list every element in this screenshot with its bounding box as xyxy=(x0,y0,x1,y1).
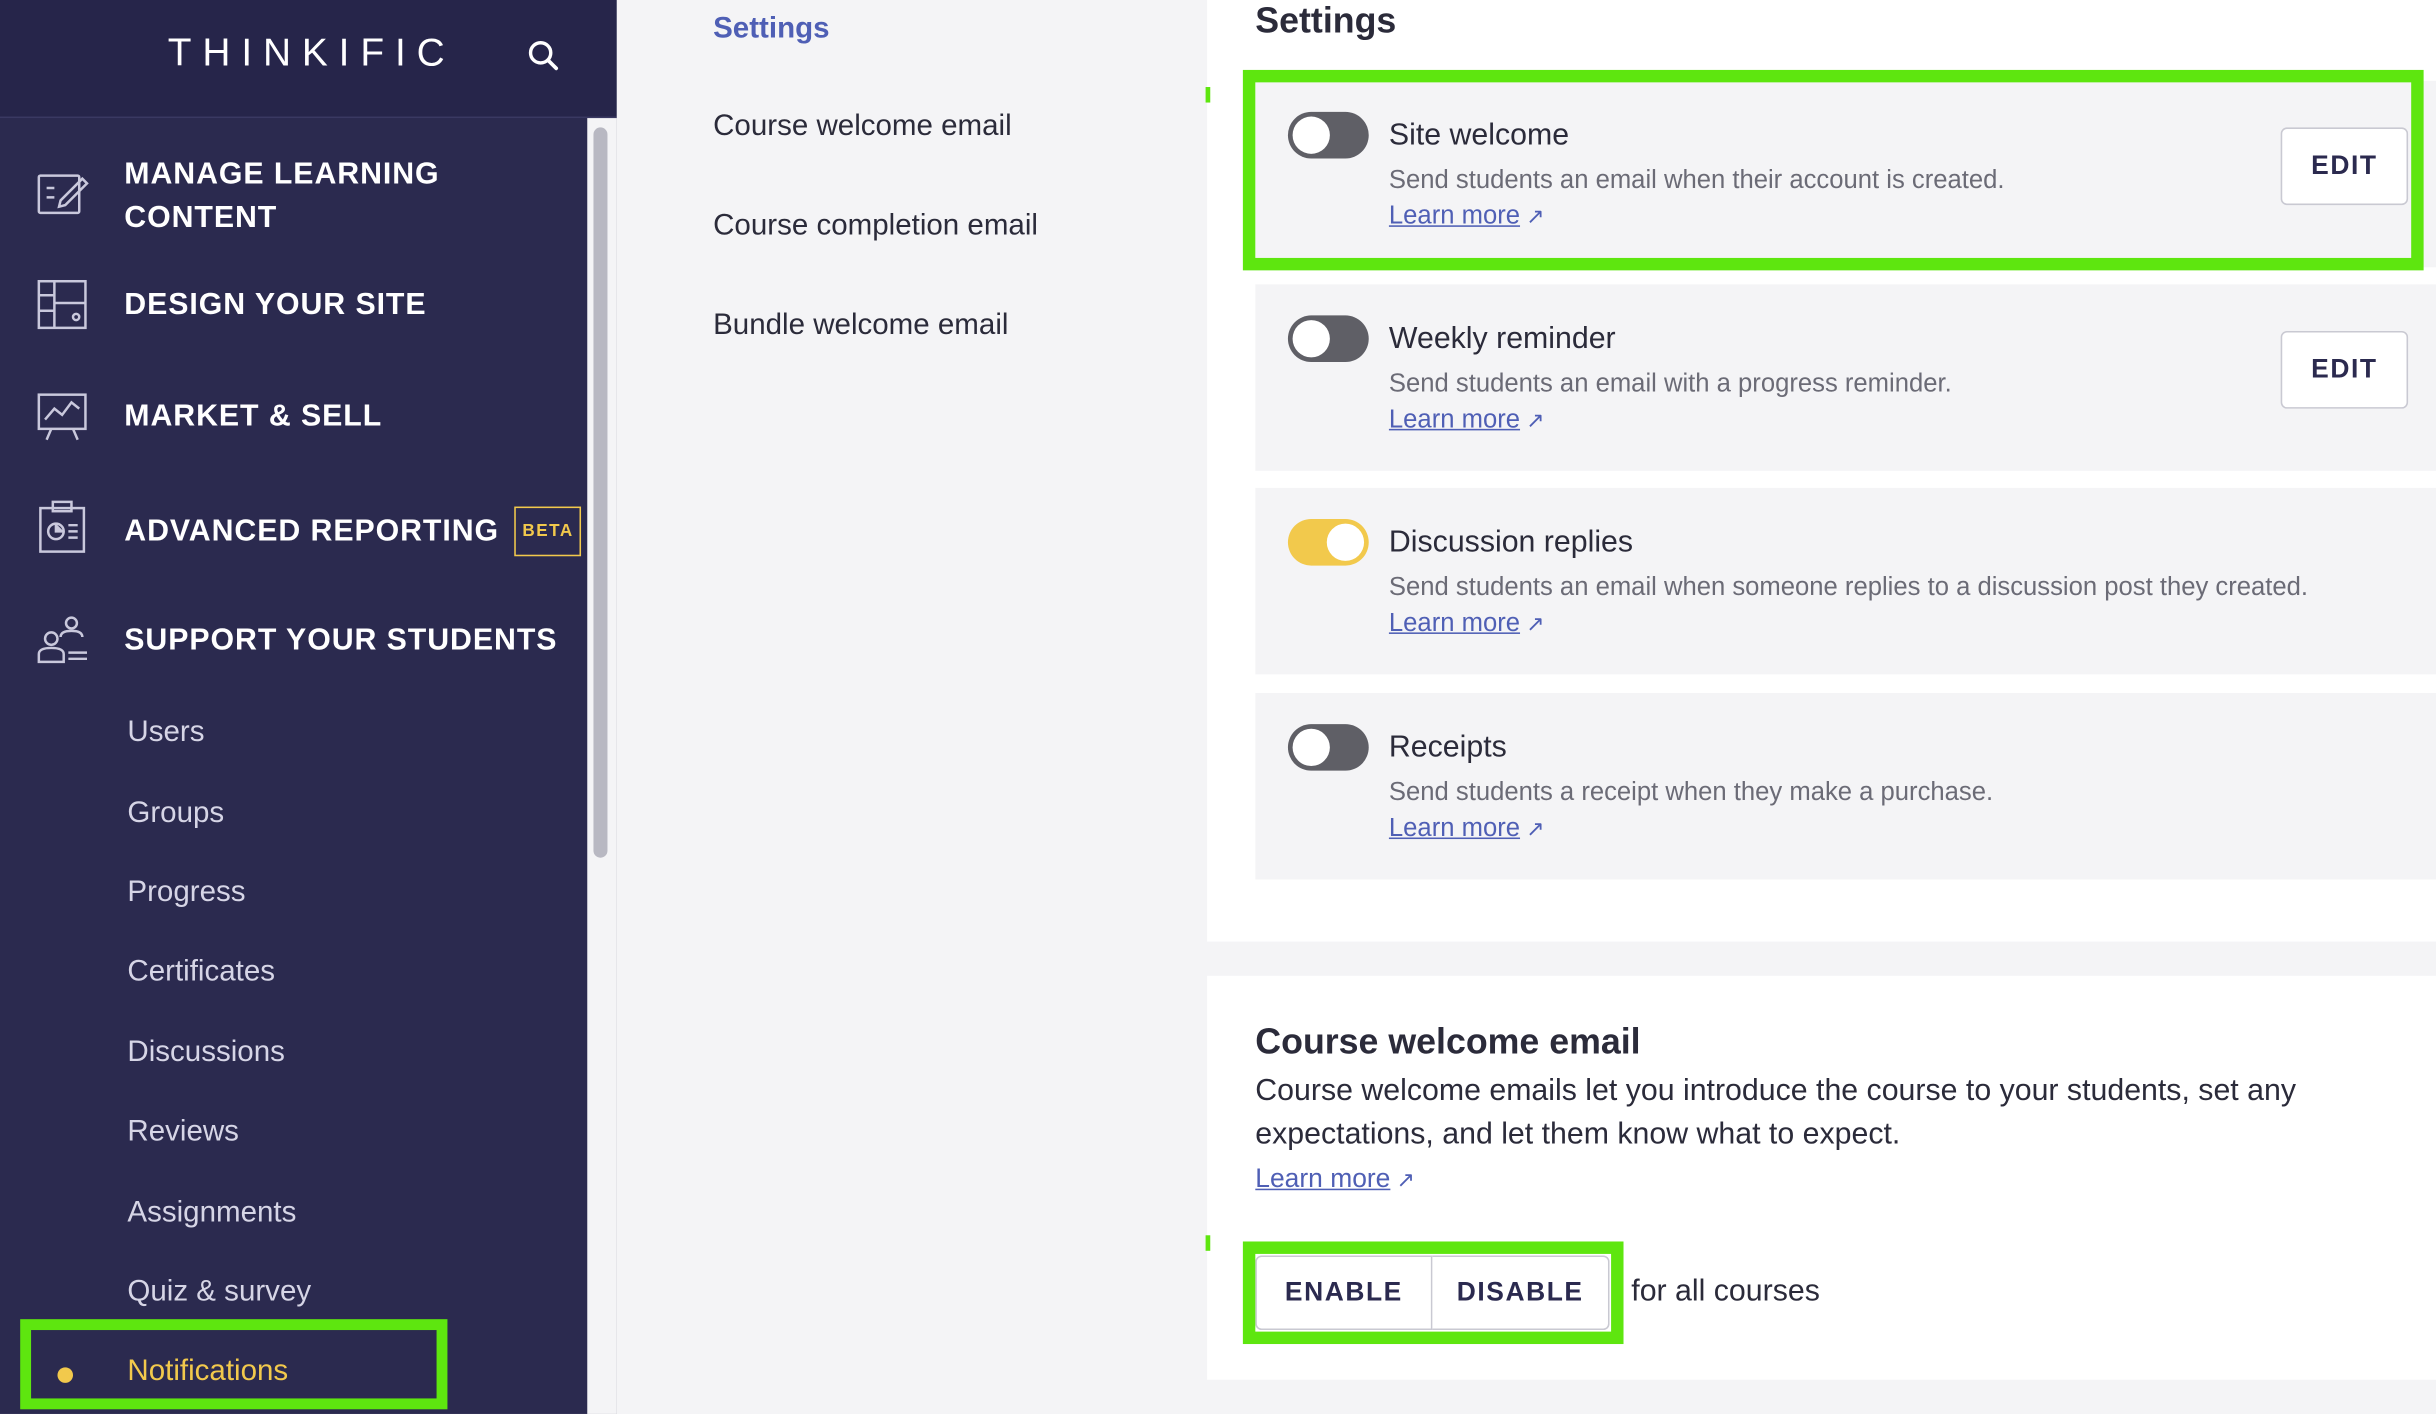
layout-icon xyxy=(34,277,90,333)
sidebar-item-discussions[interactable]: Discussions xyxy=(127,1036,284,1070)
sidebar-item-groups[interactable]: Groups xyxy=(127,797,224,831)
subnav-course-completion-email[interactable]: Course completion email xyxy=(713,210,1038,244)
nav-manage-learning-content[interactable]: MANAGE LEARNING CONTENT xyxy=(0,152,587,239)
edit-document-icon xyxy=(34,165,90,221)
setting-row-receipts: Receipts Send students a receipt when th… xyxy=(1255,692,2436,880)
receipts-toggle[interactable] xyxy=(1287,724,1369,771)
learn-more-link[interactable]: Learn more ↗ xyxy=(1389,609,1545,639)
sidebar-item-assignments[interactable]: Assignments xyxy=(127,1196,296,1230)
nav-label: DESIGN YOUR SITE xyxy=(124,287,427,322)
thinkific-logo[interactable]: THINKIFIC xyxy=(168,31,456,76)
clipboard-chart-icon xyxy=(34,499,90,555)
sidebar-item-progress[interactable]: Progress xyxy=(127,876,245,910)
presentation-chart-icon xyxy=(34,388,90,444)
external-link-icon: ↗ xyxy=(1396,1166,1415,1192)
nav-advanced-reporting[interactable]: ADVANCED REPORTING BETA xyxy=(0,500,587,557)
course-welcome-title: Course welcome email xyxy=(1255,1020,1641,1062)
subnav-bundle-welcome-email[interactable]: Bundle welcome email xyxy=(713,309,1008,343)
external-link-icon: ↗ xyxy=(1526,815,1545,841)
setting-title: Weekly reminder xyxy=(1388,321,1616,356)
highlight-box xyxy=(20,1319,448,1410)
setting-title: Discussion replies xyxy=(1388,525,1634,560)
nav-market-and-sell[interactable]: MARKET & SELL xyxy=(0,392,587,442)
subnav-settings[interactable]: Settings xyxy=(713,12,829,46)
search-icon[interactable] xyxy=(525,37,562,74)
nav-design-your-site[interactable]: DESIGN YOUR SITE xyxy=(0,277,587,333)
nav-support-your-students[interactable]: SUPPORT YOUR STUDENTS xyxy=(0,615,587,665)
sidebar-item-users[interactable]: Users xyxy=(127,716,204,750)
course-welcome-description: Course welcome emails let you introduce … xyxy=(1255,1073,2296,1152)
sidebar-item-reviews[interactable]: Reviews xyxy=(127,1116,239,1150)
nav-label: MANAGE LEARNING CONTENT xyxy=(124,156,440,235)
subnav-course-welcome-email[interactable]: Course welcome email xyxy=(713,110,1012,144)
beta-badge: BETA xyxy=(514,506,582,557)
setting-description: Send students an email with a progress r… xyxy=(1388,369,1952,398)
external-link-icon: ↗ xyxy=(1526,610,1545,636)
setting-description: Send students an email when someone repl… xyxy=(1388,573,2309,602)
sidebar-item-quiz-survey[interactable]: Quiz & survey xyxy=(127,1276,311,1310)
learn-more-link[interactable]: Learn more ↗ xyxy=(1255,1164,1415,1195)
nav-label: ADVANCED REPORTING BETA xyxy=(124,506,582,557)
sidebar-item-certificates[interactable]: Certificates xyxy=(127,956,275,990)
setting-title: Receipts xyxy=(1388,730,1507,765)
setting-row-weekly-reminder: Weekly reminder Send students an email w… xyxy=(1255,284,2436,471)
highlight-mark xyxy=(1205,87,1211,103)
learn-more-link[interactable]: Learn more ↗ xyxy=(1389,814,1545,844)
learn-more-link[interactable]: Learn more ↗ xyxy=(1389,406,1545,436)
discussion-replies-toggle[interactable] xyxy=(1287,518,1369,566)
setting-row-discussion-replies: Discussion replies Send students an emai… xyxy=(1255,487,2436,675)
highlight-box xyxy=(1242,1241,1624,1345)
highlight-box xyxy=(1242,69,2424,271)
sidebar-header: THINKIFIC xyxy=(0,0,617,119)
for-all-courses-label: for all courses xyxy=(1631,1274,1820,1309)
sidebar: THINKIFIC MANAGE LEARNING CONTENT DESIGN… xyxy=(0,0,617,1414)
scrollbar-thumb[interactable] xyxy=(593,127,608,858)
nav-label: MARKET & SELL xyxy=(124,399,383,434)
external-link-icon: ↗ xyxy=(1526,407,1545,432)
settings-title: Settings xyxy=(1255,0,1397,41)
people-icon xyxy=(34,611,90,667)
nav-label: SUPPORT YOUR STUDENTS xyxy=(124,623,558,658)
sidebar-scrollbar[interactable] xyxy=(587,118,617,1414)
edit-button[interactable]: EDIT xyxy=(2280,330,2409,409)
highlight-mark xyxy=(1205,1235,1211,1251)
setting-description: Send students a receipt when they make a… xyxy=(1388,778,1994,807)
weekly-reminder-toggle[interactable] xyxy=(1287,315,1369,363)
notifications-subnav: Settings Course welcome email Course com… xyxy=(616,0,1208,1414)
